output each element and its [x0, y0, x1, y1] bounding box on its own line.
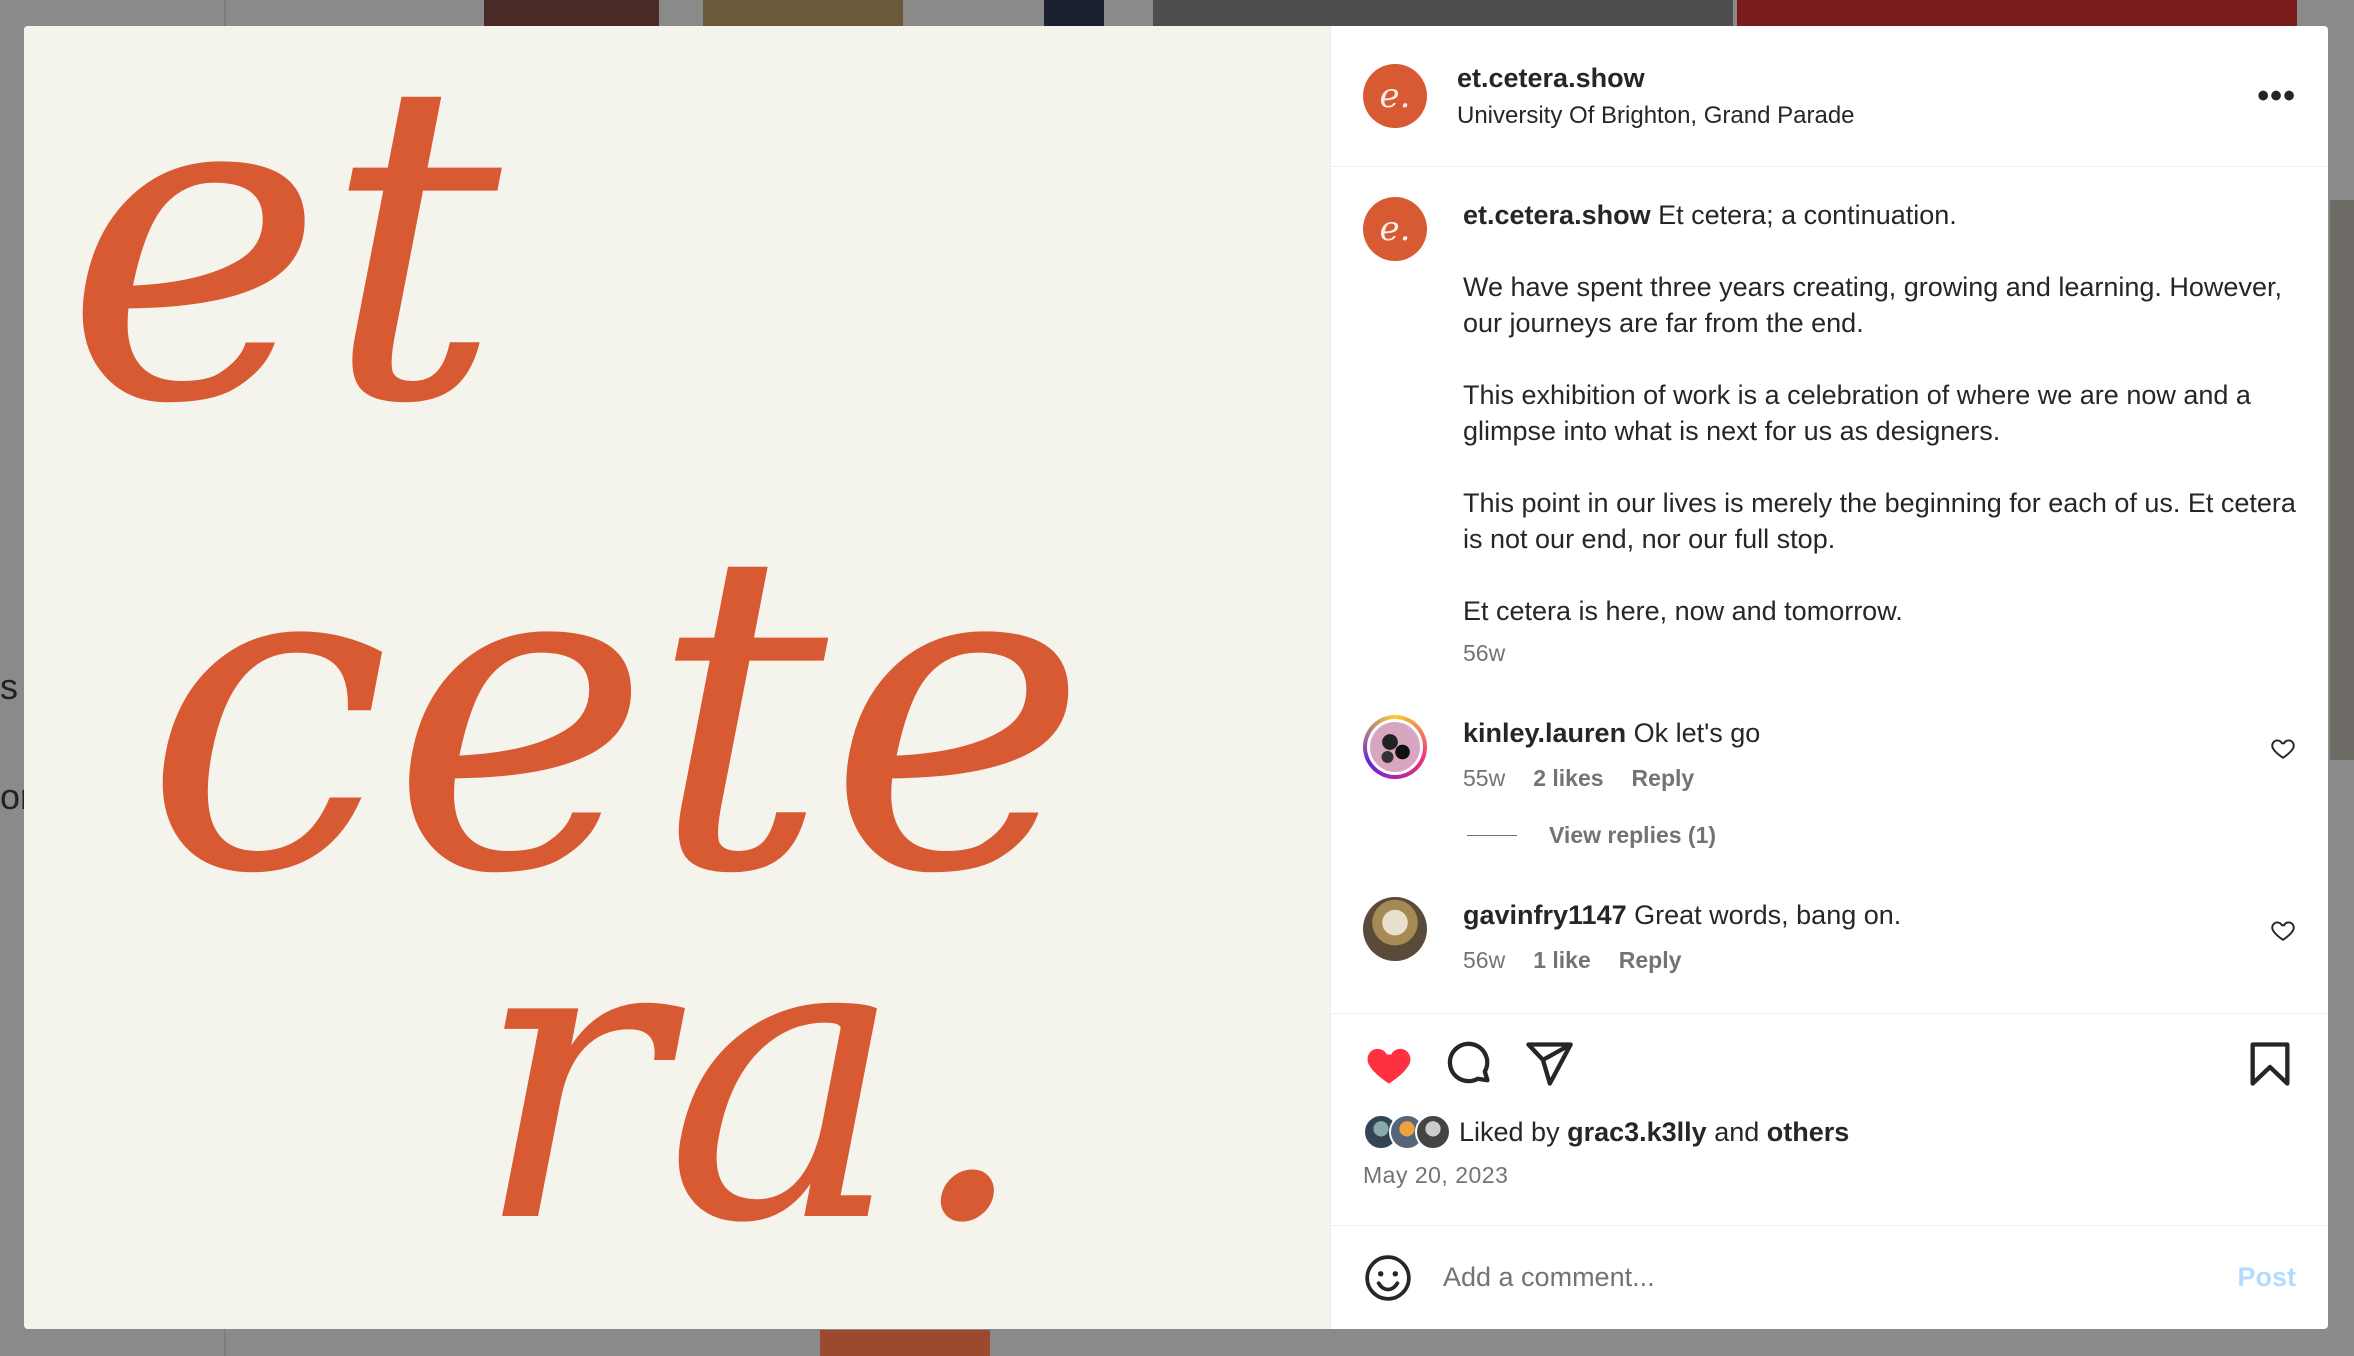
- liker-avatars[interactable]: [1363, 1114, 1451, 1150]
- post-date[interactable]: May 20, 2023: [1363, 1162, 2296, 1189]
- caption-username[interactable]: et.cetera.show: [1463, 200, 1651, 230]
- comment-username[interactable]: kinley.lauren: [1463, 718, 1626, 748]
- comment-item: kinley.lauren Ok let's go 55w 2 likes Re…: [1363, 715, 2296, 792]
- liked-by-user[interactable]: grac3.k3lly: [1567, 1117, 1707, 1148]
- caption-paragraph: This exhibition of work is a celebration…: [1463, 380, 2251, 446]
- comment-input[interactable]: [1443, 1262, 2238, 1293]
- comment-icon[interactable]: [1443, 1038, 1495, 1090]
- share-icon[interactable]: [1523, 1038, 1575, 1090]
- comment-timestamp[interactable]: 55w: [1463, 765, 1505, 792]
- caption-timestamp[interactable]: 56w: [1463, 635, 2296, 671]
- comment-heart-icon[interactable]: [2270, 917, 2296, 943]
- liker-avatar: [1415, 1114, 1451, 1150]
- caption-paragraph: Et cetera is here, now and tomorrow.: [1463, 596, 1903, 626]
- commenter-avatar[interactable]: [1363, 897, 1427, 961]
- feed-text-fragment: s: [0, 666, 18, 707]
- view-replies-button[interactable]: View replies (1): [1467, 822, 2296, 849]
- caption-avatar[interactable]: e.: [1363, 197, 1427, 261]
- like-heart-icon[interactable]: [1363, 1038, 1415, 1090]
- more-options-icon[interactable]: •••: [2257, 77, 2296, 116]
- comment-text: Ok let's go: [1626, 718, 1761, 748]
- comments-section[interactable]: e. et.cetera.show Et cetera; a continuat…: [1331, 167, 2328, 1013]
- liked-by-others[interactable]: others: [1767, 1117, 1850, 1148]
- comment-username[interactable]: gavinfry1147: [1463, 900, 1627, 930]
- commenter-avatar[interactable]: [1363, 715, 1427, 779]
- reply-button[interactable]: Reply: [1619, 947, 1682, 974]
- add-comment-bar: Post: [1331, 1225, 2328, 1329]
- bookmark-icon[interactable]: [2244, 1038, 2296, 1090]
- feed-thumbnail: [484, 0, 659, 26]
- comment-likes[interactable]: 2 likes: [1533, 765, 1603, 792]
- feed-thumbnail: [820, 1330, 990, 1356]
- action-icons: [1363, 1036, 2296, 1092]
- post-image[interactable]: et cete ra.: [24, 26, 1330, 1329]
- feed-thumbnail: [1044, 0, 1104, 26]
- post-header: e. et.cetera.show University Of Brighton…: [1331, 26, 2328, 167]
- avatar-glyph: e.: [1379, 76, 1411, 116]
- feed-edge-image: [2330, 200, 2354, 760]
- comment-text: Great words, bang on.: [1626, 900, 1902, 930]
- feed-thumbnail: [1737, 0, 2297, 26]
- comment-item: gavinfry1147 Great words, bang on. 56w 1…: [1363, 897, 2296, 974]
- post-username[interactable]: et.cetera.show: [1457, 63, 2257, 94]
- feed-thumbnail: [703, 0, 903, 26]
- post-comment-button[interactable]: Post: [2237, 1262, 2296, 1293]
- caption-first-line: Et cetera; a continuation.: [1650, 200, 1957, 230]
- artwork-word: et: [64, 26, 503, 500]
- comment-likes[interactable]: 1 like: [1533, 947, 1591, 974]
- post-modal: et cete ra. e. et.cetera.show University…: [24, 26, 2328, 1329]
- comment-timestamp[interactable]: 56w: [1463, 947, 1505, 974]
- liked-by-middle: and: [1714, 1116, 1760, 1147]
- view-replies-label: View replies (1): [1549, 822, 1717, 848]
- post-location[interactable]: University Of Brighton, Grand Parade: [1457, 102, 2257, 130]
- profile-avatar[interactable]: e.: [1363, 64, 1427, 128]
- liked-by: Liked by grac3.k3lly and others: [1363, 1114, 2296, 1150]
- reply-button[interactable]: Reply: [1632, 765, 1695, 792]
- liked-by-prefix: Liked by: [1459, 1116, 1560, 1147]
- caption-text: et.cetera.show Et cetera; a continuation…: [1463, 197, 2296, 671]
- artwork-word: ra.: [474, 846, 1031, 1311]
- post-details-panel: e. et.cetera.show University Of Brighton…: [1330, 26, 2328, 1329]
- comment-heart-icon[interactable]: [2270, 735, 2296, 761]
- avatar-glyph: e.: [1379, 209, 1411, 249]
- caption-paragraph: This point in our lives is merely the be…: [1463, 488, 2296, 554]
- post-actions: Liked by grac3.k3lly and others May 20, …: [1331, 1013, 2328, 1225]
- emoji-icon[interactable]: [1363, 1253, 1413, 1303]
- feed-thumbnail: [1153, 0, 1733, 26]
- caption-paragraph: We have spent three years creating, grow…: [1463, 272, 2282, 338]
- header-text: et.cetera.show University Of Brighton, G…: [1457, 63, 2257, 130]
- caption: e. et.cetera.show Et cetera; a continuat…: [1363, 197, 2296, 671]
- etcetera-artwork: et cete ra.: [64, 26, 1088, 1311]
